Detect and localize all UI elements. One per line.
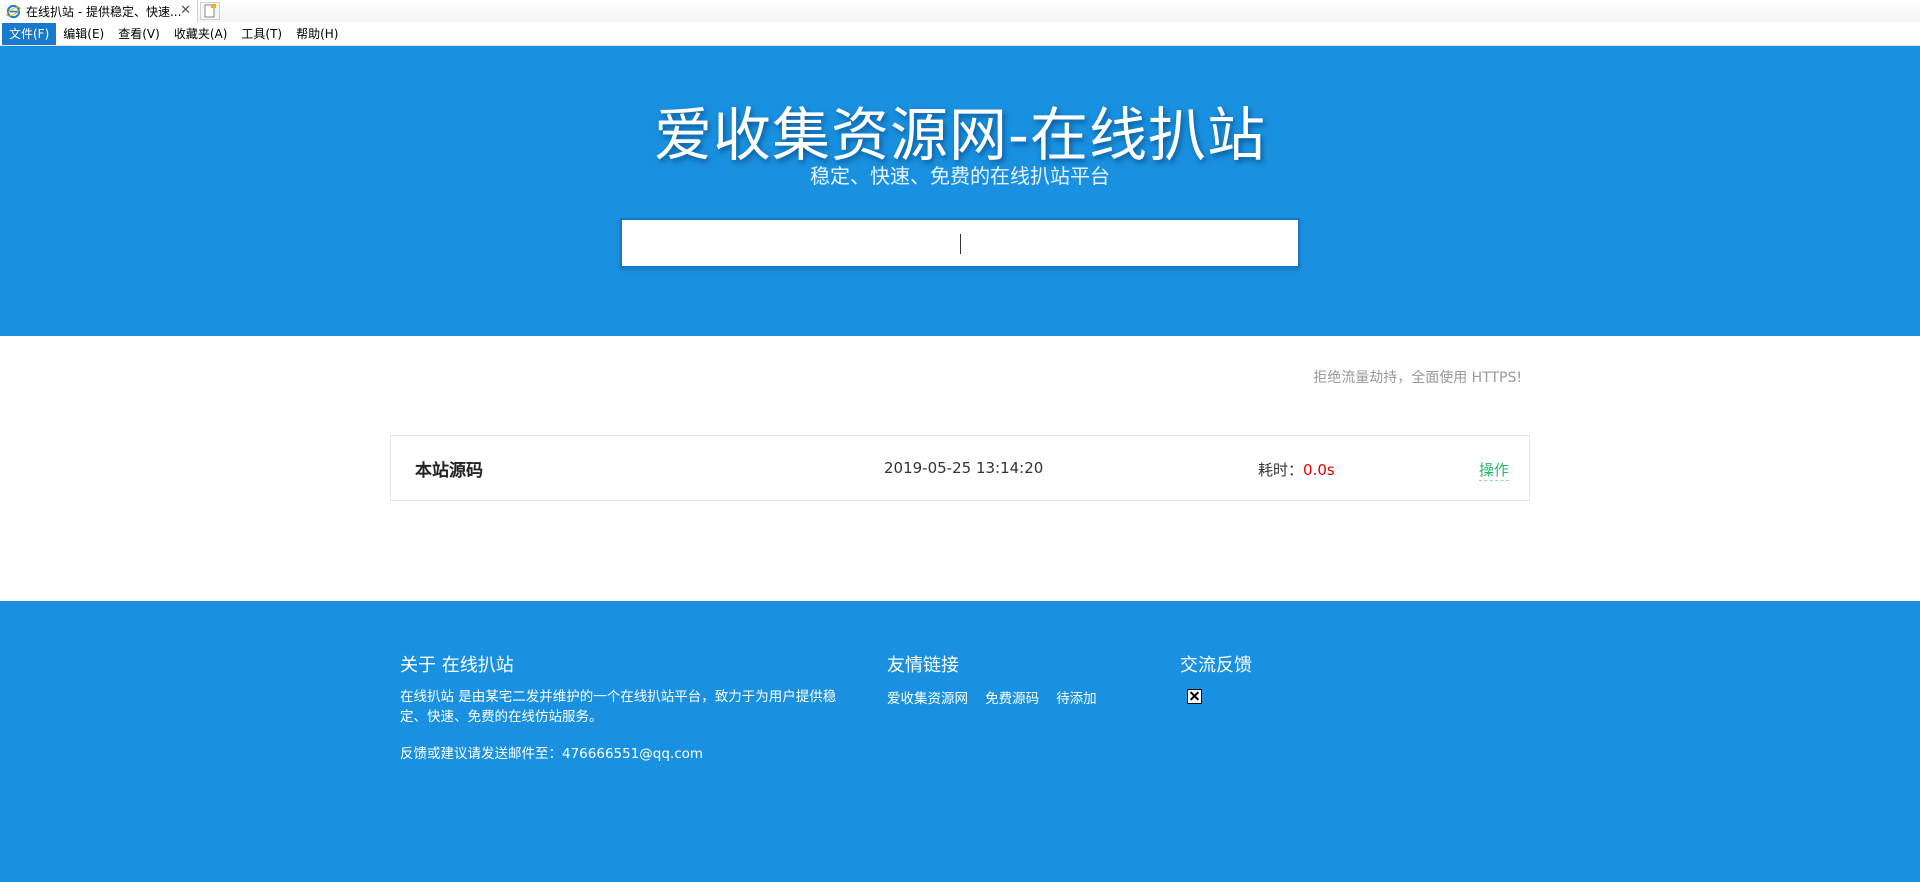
new-tab-icon <box>204 4 216 18</box>
result-row: 本站源码 2019-05-25 13:14:20 耗时：0.0s 操作 <box>390 435 1530 501</box>
action-link[interactable]: 操作 <box>1478 459 1509 481</box>
links-heading: 友情链接 <box>887 655 959 676</box>
menu-bar: 文件(F) 编辑(E) 查看(V) 收藏夹(A) 工具(T) 帮助(H) <box>0 22 1920 46</box>
tab-title: 在线扒站 - 提供稳定、快速... <box>26 4 181 19</box>
cost-label: 耗时： <box>1258 461 1304 479</box>
site-subtitle: 稳定、快速、免费的在线扒站平台 <box>810 164 1110 188</box>
https-notice: 拒绝流量劫持，全面使用 HTTPS! <box>1313 370 1522 386</box>
ie-icon <box>6 4 21 18</box>
broken-image-icon[interactable] <box>1187 689 1202 704</box>
hero-banner: 爱收集资源网-在线扒站 稳定、快速、免费的在线扒站平台 <box>0 46 1920 336</box>
friend-link-free-source[interactable]: 免费源码 <box>985 691 1039 707</box>
menu-favorites[interactable]: 收藏夹(A) <box>167 23 235 45</box>
menu-edit[interactable]: 编辑(E) <box>56 23 111 45</box>
browser-tab-bar: 在线扒站 - 提供稳定、快速... ✕ <box>0 0 1920 22</box>
feedback-heading: 交流反馈 <box>1180 655 1252 676</box>
about-heading: 关于 在线扒站 <box>400 655 514 676</box>
result-name: 本站源码 <box>415 461 483 481</box>
menu-tools[interactable]: 工具(T) <box>234 23 289 45</box>
footer-links: 友情链接 爱收集资源网 免费源码 待添加 <box>887 651 1109 707</box>
menu-view[interactable]: 查看(V) <box>111 23 167 45</box>
result-time: 2019-05-25 13:14:20 <box>884 459 1044 477</box>
new-tab-button[interactable] <box>200 2 220 20</box>
footer-feedback: 交流反馈 <box>1180 651 1252 708</box>
contact-email: 反馈或建议请发送邮件至：476666551@qq.com <box>400 746 704 762</box>
about-description: 在线扒站 是由某宅二发并维护的一个在线扒站平台，致力于为用户提供稳定、快速、免费… <box>400 689 837 725</box>
text-caret <box>960 234 961 254</box>
footer-about: 关于 在线扒站 在线扒站 是由某宅二发并维护的一个在线扒站平台，致力于为用户提供… <box>400 651 840 764</box>
menu-help[interactable]: 帮助(H) <box>289 23 345 45</box>
friend-link-pending[interactable]: 待添加 <box>1056 691 1097 707</box>
close-icon[interactable]: ✕ <box>180 3 191 18</box>
browser-tab[interactable]: 在线扒站 - 提供稳定、快速... ✕ <box>0 0 198 22</box>
result-cost: 耗时：0.0s <box>1258 459 1335 480</box>
footer: 关于 在线扒站 在线扒站 是由某宅二发并维护的一个在线扒站平台，致力于为用户提供… <box>0 601 1920 882</box>
menu-file[interactable]: 文件(F) <box>2 22 57 45</box>
cost-value: 0.0s <box>1303 461 1335 479</box>
friend-link-aishouji[interactable]: 爱收集资源网 <box>887 691 968 707</box>
